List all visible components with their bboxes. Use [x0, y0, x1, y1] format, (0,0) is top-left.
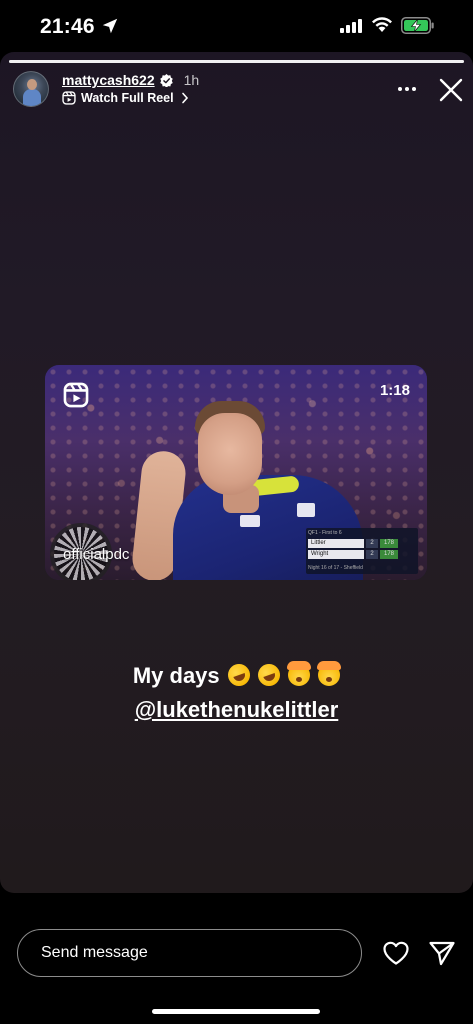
cellular-signal-icon — [340, 19, 362, 33]
reel-preview-card[interactable]: QF1 - First to 6 Littler 2 178 Wright 2 … — [45, 365, 427, 580]
user-mention-link[interactable]: @lukethenukelittler — [135, 697, 339, 722]
exploding-head-emoji — [287, 661, 312, 686]
scoreboard-player: Wright — [308, 550, 364, 559]
battery-charging-icon — [401, 17, 434, 34]
send-message-placeholder: Send message — [41, 944, 148, 961]
story-caption: My days — [0, 660, 473, 692]
shirt-logo — [240, 515, 260, 527]
reel-author[interactable]: officialpdc — [63, 546, 129, 563]
scoreboard-row: Littler 2 178 — [308, 539, 416, 548]
story-header: mattycash622 1h — [62, 72, 199, 88]
scoreboard-legs: 2 — [366, 539, 378, 548]
more-horizontal-icon — [398, 87, 402, 91]
more-options-button[interactable] — [390, 79, 424, 99]
status-bar: 21:46 — [0, 0, 473, 54]
close-icon[interactable] — [438, 77, 464, 103]
story-progress-bar — [9, 60, 464, 63]
scoreboard: QF1 - First to 6 Littler 2 178 Wright 2 … — [306, 528, 418, 574]
caption-text: My days — [132, 663, 220, 688]
send-paper-plane-icon[interactable] — [428, 940, 456, 966]
more-dot — [405, 87, 409, 91]
more-dot — [412, 87, 416, 91]
reel-duration: 1:18 — [379, 382, 410, 399]
scoreboard-score: 178 — [380, 550, 398, 559]
scoreboard-header: QF1 - First to 6 — [308, 530, 342, 536]
player-head — [198, 413, 262, 495]
avatar-torso — [23, 89, 41, 106]
reels-icon — [62, 91, 76, 105]
chevron-right-icon — [181, 92, 188, 104]
send-message-input[interactable]: Send message — [17, 929, 362, 977]
status-time: 21:46 — [40, 15, 95, 38]
watch-full-reel-link[interactable]: Watch Full Reel — [62, 91, 189, 105]
avatar[interactable] — [13, 71, 49, 107]
watch-full-reel-label[interactable]: Watch Full Reel — [81, 91, 174, 105]
story-card[interactable]: mattycash622 1h Watch Full Reel QF1 - Fi… — [0, 52, 473, 893]
scoreboard-player: Littler — [308, 539, 364, 548]
home-indicator — [152, 1009, 320, 1014]
scoreboard-footer: Night 16 of 17 - Sheffield — [308, 565, 363, 571]
reels-icon — [63, 382, 89, 408]
location-arrow-icon — [102, 18, 118, 34]
username[interactable]: mattycash622 — [62, 72, 155, 88]
scoreboard-legs: 2 — [366, 550, 378, 559]
heart-icon[interactable] — [382, 940, 410, 966]
avatar-head — [27, 79, 37, 90]
wifi-icon — [372, 17, 392, 32]
verified-badge-icon — [159, 73, 173, 87]
story-progress-fill — [9, 60, 464, 63]
rolling-on-floor-laughing-emoji — [254, 660, 284, 690]
mention-line: @lukethenukelittler — [0, 694, 473, 726]
rolling-on-floor-laughing-emoji — [224, 660, 253, 690]
scoreboard-row: Wright 2 178 — [308, 550, 416, 559]
scoreboard-score: 178 — [380, 539, 398, 548]
exploding-head-emoji — [317, 661, 342, 686]
shirt-logo — [297, 503, 315, 517]
story-time-ago: 1h — [183, 72, 200, 88]
